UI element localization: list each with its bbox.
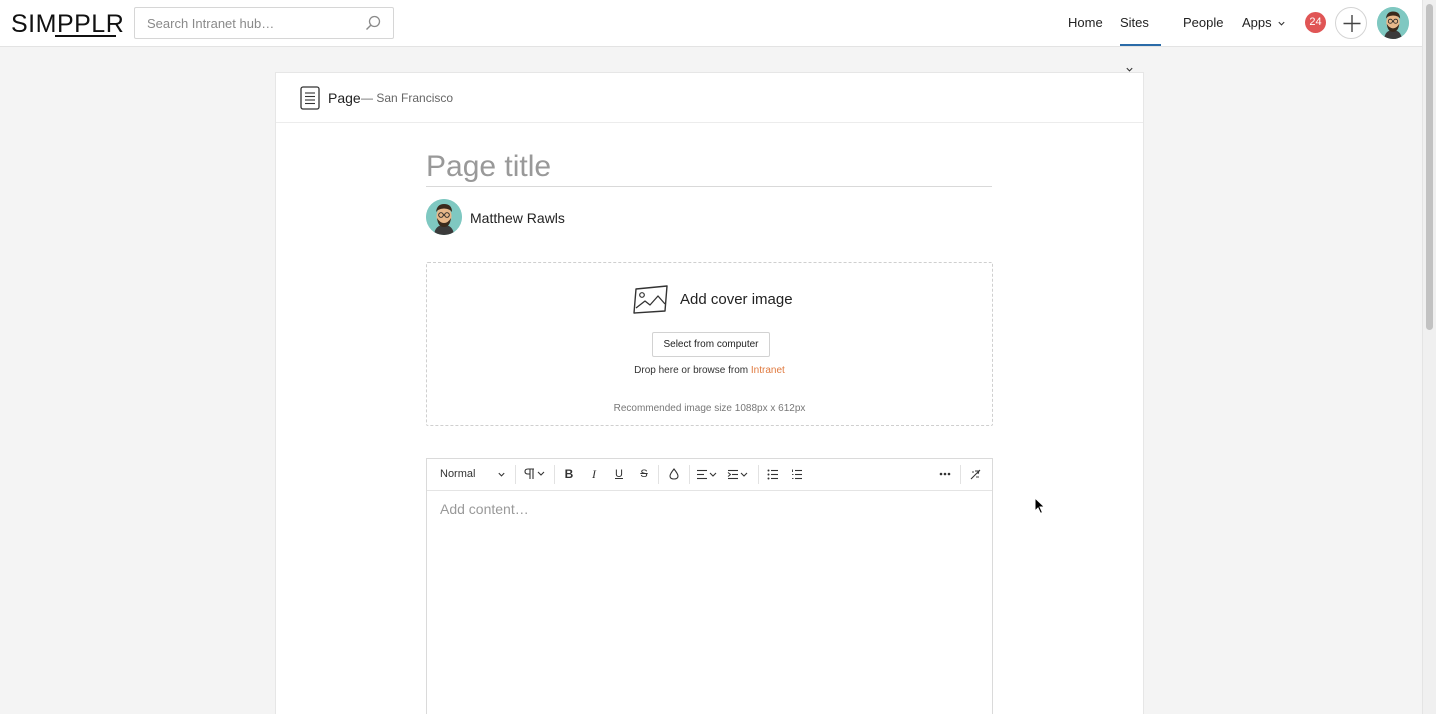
bullet-list-icon — [767, 469, 778, 480]
page-title-input[interactable] — [426, 147, 992, 187]
site-breadcrumb[interactable]: — San Francisco — [361, 91, 453, 105]
cover-image-heading: Add cover image — [680, 291, 793, 308]
document-icon — [300, 86, 320, 110]
text-color-icon — [669, 468, 679, 480]
nav-sites-label: Sites — [1120, 15, 1149, 30]
align-button[interactable] — [695, 459, 719, 490]
chevron-down-icon — [498, 472, 505, 477]
user-avatar[interactable] — [1377, 7, 1409, 39]
image-icon — [633, 285, 668, 314]
logo-underline — [55, 35, 116, 37]
align-icon — [697, 469, 717, 479]
chevron-down-icon — [1278, 21, 1285, 26]
mouse-cursor-icon — [1034, 497, 1046, 515]
content-type-label: Page — [328, 90, 361, 106]
author-avatar — [426, 199, 462, 235]
plus-icon — [1343, 15, 1361, 32]
italic-icon: I — [592, 467, 596, 481]
select-from-computer-button[interactable]: Select from computer — [652, 332, 770, 357]
paragraph-style-value: Normal — [440, 468, 476, 480]
simpplr-logo[interactable]: SIMPPLR — [11, 11, 124, 37]
add-content-button[interactable] — [1335, 7, 1367, 39]
clear-format-button[interactable] — [966, 459, 984, 490]
scrollbar-thumb[interactable] — [1426, 4, 1433, 330]
bullet-list-button[interactable] — [765, 459, 781, 490]
nav-home[interactable]: Home — [1068, 0, 1103, 46]
user-avatar-icon — [1377, 7, 1409, 39]
search-icon[interactable] — [365, 15, 381, 31]
nav-apps[interactable]: Apps — [1242, 0, 1286, 46]
author-avatar-icon — [426, 199, 462, 235]
rich-text-editor[interactable]: Normal B I U S Add content… — [426, 458, 993, 714]
clear-format-icon — [970, 469, 980, 479]
nav-people-label: People — [1183, 15, 1224, 30]
toolbar-divider — [658, 465, 659, 484]
toolbar-divider — [960, 465, 961, 484]
strikethrough-icon: S — [640, 468, 648, 480]
author-name: Matthew Rawls — [470, 210, 565, 226]
paragraph-format-icon — [524, 468, 545, 480]
recommended-size-text: Recommended image size 1088px x 612px — [613, 403, 806, 414]
paragraph-style-select[interactable]: Normal — [440, 459, 506, 490]
italic-button[interactable]: I — [586, 459, 602, 490]
text-color-button[interactable] — [666, 459, 682, 490]
nav-people[interactable]: People — [1183, 0, 1223, 46]
search-input[interactable] — [135, 8, 355, 38]
nav-apps-label: Apps — [1242, 15, 1272, 30]
indent-button[interactable] — [726, 459, 750, 490]
page-editor-card: Page — San Francisco Matthew Rawls Add c… — [275, 72, 1144, 714]
page-scrollbar[interactable] — [1422, 0, 1436, 714]
drop-instructions: Drop here or browse from Intranet — [427, 365, 992, 376]
cover-image-dropzone[interactable]: Add cover image Select from computer Dro… — [426, 262, 993, 426]
indent-icon — [727, 469, 748, 479]
search-box[interactable] — [134, 7, 394, 39]
bold-button[interactable]: B — [561, 459, 577, 490]
site-prefix: — — [361, 91, 373, 105]
strikethrough-button[interactable]: S — [636, 459, 652, 490]
toolbar-divider — [689, 465, 690, 484]
top-navigation-bar: SIMPPLR Home Sites People Apps 24 — [0, 0, 1422, 72]
nav-sites[interactable]: Sites — [1120, 0, 1161, 72]
numbered-list-icon — [792, 469, 802, 479]
nav-home-label: Home — [1068, 15, 1103, 30]
numbered-list-button[interactable] — [789, 459, 805, 490]
notification-badge[interactable]: 24 — [1305, 12, 1326, 33]
drop-text: Drop here or browse from — [634, 365, 749, 376]
toolbar-divider — [554, 465, 555, 484]
toolbar-divider — [515, 465, 516, 484]
more-options-button[interactable] — [936, 459, 954, 490]
toolbar-divider — [758, 465, 759, 484]
bold-icon: B — [564, 467, 574, 481]
editor-toolbar: Normal B I U S — [427, 459, 992, 491]
underline-icon: U — [615, 468, 623, 480]
card-header: Page — San Francisco — [276, 73, 1143, 123]
site-name: San Francisco — [376, 91, 454, 105]
browse-intranet-link[interactable]: Intranet — [751, 365, 785, 376]
paragraph-format-button[interactable] — [523, 459, 547, 490]
underline-button[interactable]: U — [611, 459, 627, 490]
more-icon — [939, 472, 951, 476]
editor-content-placeholder[interactable]: Add content… — [440, 501, 529, 517]
